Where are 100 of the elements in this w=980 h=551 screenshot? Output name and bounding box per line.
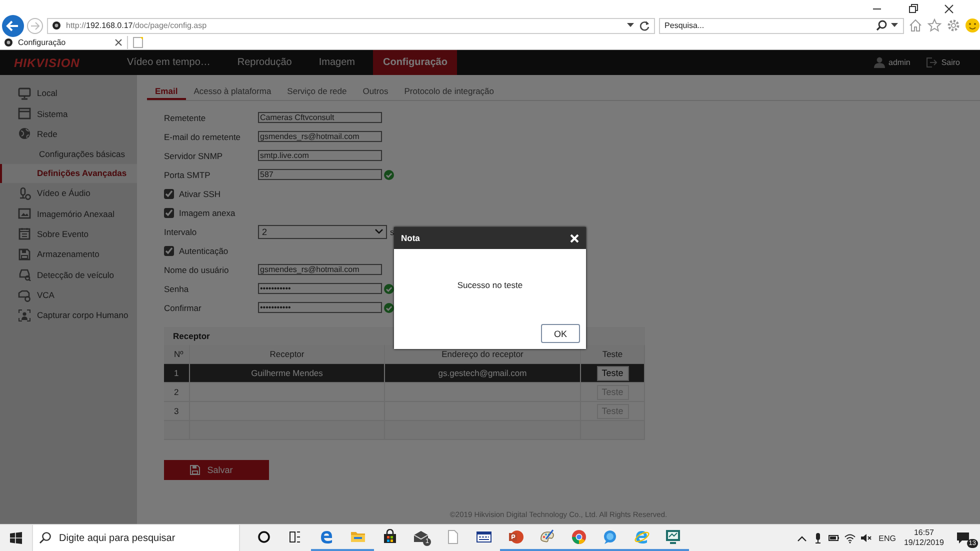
- folder-icon: [350, 529, 366, 545]
- globe-icon: [18, 127, 31, 140]
- table-cell: 1: [174, 368, 179, 378]
- checkbox-label: Ativar SSH: [179, 188, 221, 198]
- user-icon: [874, 57, 885, 68]
- close-icon[interactable]: [115, 39, 122, 46]
- notification-icon[interactable]: [956, 531, 970, 545]
- person-capture-icon: [18, 308, 31, 322]
- clock-time[interactable]: 16:57: [914, 528, 934, 538]
- input-field[interactable]: gsmendes_rs@hotmail.com: [258, 264, 382, 275]
- nav-tab[interactable]: Reprodução: [228, 50, 301, 75]
- sidebar-item[interactable]: Rede: [0, 124, 137, 144]
- microphone-gear-icon: [18, 186, 31, 200]
- field-label: Confirmar: [164, 302, 202, 312]
- logo: HIKVISION: [13, 56, 81, 70]
- nav-tab[interactable]: Vídeo em tempo…: [118, 50, 220, 75]
- test-button[interactable]: Teste: [596, 366, 628, 380]
- close-icon[interactable]: [944, 4, 954, 14]
- monitor-icon: [18, 86, 31, 100]
- field-label: Intervalo: [164, 226, 198, 236]
- dropdown-icon[interactable]: [891, 23, 898, 28]
- sidebar-item[interactable]: Imagemório Anexaal: [0, 203, 137, 224]
- speaker-muted-icon[interactable]: [860, 532, 872, 544]
- input-field[interactable]: •••••••••••: [258, 283, 382, 294]
- column-header: Teste: [581, 345, 645, 364]
- unit-label: s: [390, 226, 394, 236]
- checkbox[interactable]: [164, 246, 174, 256]
- browser-tab[interactable]: Configuração: [0, 36, 128, 49]
- checkbox[interactable]: [164, 188, 174, 198]
- field-label: E-mail do remetente: [164, 132, 242, 142]
- column-header: Receptor: [190, 345, 385, 364]
- site-icon: [52, 21, 61, 30]
- input-field[interactable]: smtp.live.com: [258, 150, 382, 161]
- presentation-icon: [508, 529, 524, 545]
- dropdown-icon[interactable]: [626, 23, 634, 28]
- image-icon: [18, 207, 31, 220]
- sidebar-item[interactable]: Sobre Evento: [0, 224, 137, 244]
- chrome-icon: [570, 529, 587, 545]
- wifi-icon[interactable]: [844, 532, 856, 544]
- smiley-icon[interactable]: [965, 18, 980, 33]
- battery-icon[interactable]: [828, 532, 840, 544]
- nav-tab[interactable]: Configuração: [372, 50, 458, 75]
- input-field[interactable]: 587: [258, 169, 382, 180]
- keyboard-window-icon: [476, 529, 492, 545]
- sidebar-item[interactable]: Sistema: [0, 103, 137, 124]
- dropdown[interactable]: 2: [258, 224, 387, 238]
- language-indicator[interactable]: ENG: [878, 534, 896, 542]
- sidebar-item[interactable]: Detecção de veículo: [0, 264, 137, 285]
- windows-start-icon[interactable]: [10, 532, 22, 544]
- sidebar-item[interactable]: Capturar corpo Humano: [0, 305, 137, 326]
- refresh-icon[interactable]: [638, 20, 650, 31]
- input-field[interactable]: •••••••••••: [258, 302, 382, 313]
- column-header: Nº: [164, 345, 190, 364]
- address-bar[interactable]: http://192.168.0.17/doc/page/config.asp: [47, 18, 655, 34]
- floppy-icon: [18, 248, 31, 261]
- input-field[interactable]: gsmendes_rs@hotmail.com: [258, 131, 382, 142]
- tab[interactable]: Email: [147, 84, 186, 100]
- star-icon[interactable]: [927, 18, 942, 33]
- field-label: Servidor SNMP: [164, 150, 224, 160]
- sidebar-item[interactable]: VCA: [0, 284, 137, 306]
- user-name: admin: [888, 58, 910, 67]
- ok-button[interactable]: OK: [541, 324, 580, 343]
- circle-icon: [256, 529, 272, 545]
- car-search-icon: [18, 268, 31, 282]
- logout-link[interactable]: Sairo: [941, 58, 960, 67]
- tab[interactable]: Outros: [354, 84, 396, 100]
- maximize-icon[interactable]: [908, 4, 918, 14]
- monitor-icon: [665, 529, 682, 545]
- calendar-icon: [18, 227, 31, 240]
- field-label: Remetente: [164, 112, 207, 122]
- tab[interactable]: Acesso à plataforma: [186, 84, 280, 100]
- search-icon[interactable]: [876, 20, 887, 31]
- search-field[interactable]: Digite aqui para pesquisar: [32, 525, 240, 551]
- input-field[interactable]: Cameras Cftvconsult: [258, 112, 382, 123]
- back-icon[interactable]: [2, 14, 24, 36]
- search-field[interactable]: Pesquisa...: [658, 18, 904, 34]
- shopping-bag-icon: [382, 529, 398, 545]
- search-icon: [39, 532, 51, 544]
- sidebar-item[interactable]: Local: [0, 83, 137, 104]
- tab[interactable]: Serviço de rede: [279, 84, 355, 100]
- checkbox[interactable]: [164, 208, 174, 218]
- field-label: Porta SMTP: [164, 170, 212, 180]
- nav-tab[interactable]: Imagem: [310, 50, 364, 75]
- save-button[interactable]: Salvar: [164, 460, 269, 480]
- clock-date[interactable]: 19/12/2019: [904, 538, 944, 548]
- checkbox-label: Imagem anexa: [179, 208, 236, 218]
- url-text: http://192.168.0.17/doc/page/config.asp: [66, 21, 207, 30]
- floppy-icon: [190, 465, 200, 475]
- paint-palette-icon: [539, 529, 556, 545]
- sidebar-item[interactable]: Armazenamento: [0, 244, 137, 265]
- tab[interactable]: Protocolo de integração: [396, 84, 502, 100]
- edge-icon: [318, 529, 335, 545]
- dialog-title: Nota: [401, 233, 420, 243]
- sidebar-subitem[interactable]: Definições Avançadas: [0, 164, 137, 183]
- sidebar-subitem[interactable]: Configurações básicas: [0, 144, 137, 164]
- table-cell: Guilherme Mendes: [251, 368, 323, 378]
- table-row[interactable]: 1 Guilherme Mendes gs.gestech@gmail.com Teste: [164, 364, 645, 383]
- checkbox-label: Autenticação: [179, 246, 228, 256]
- chat-bubble-icon: [602, 529, 618, 545]
- site-icon: [4, 38, 13, 47]
